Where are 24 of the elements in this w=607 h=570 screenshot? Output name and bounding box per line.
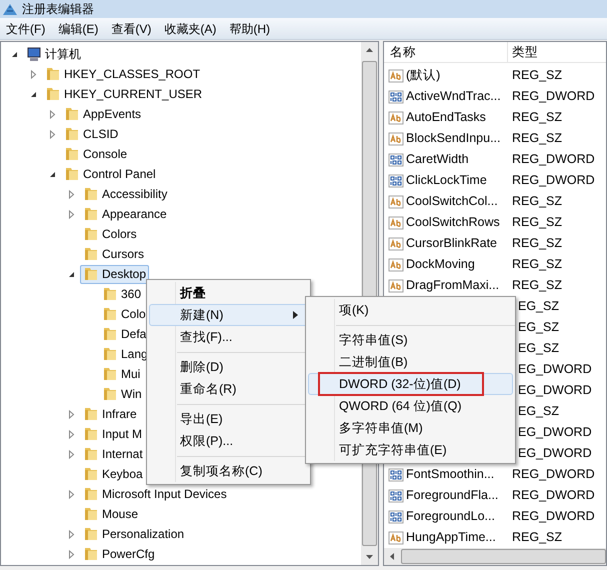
value-type: REG_SZ [511, 529, 562, 546]
value-type: REG_DWORD [511, 172, 595, 190]
value-type: REG_DWORD [511, 88, 595, 106]
value-type: EG_SZ [517, 403, 559, 420]
value-type: REG_SZ [511, 67, 562, 84]
value-type: EG_SZ [517, 340, 559, 358]
value-type: EG_SZ [517, 298, 559, 316]
value-type: EG_DWORD [517, 382, 592, 400]
value-type: EG_DWORD [517, 445, 592, 462]
value-type: REG_SZ [511, 256, 562, 274]
value-type: REG_SZ [511, 109, 562, 126]
value-type: REG_DWORD [511, 487, 595, 504]
value-type: REG_SZ [511, 277, 562, 294]
value-type: REG_SZ [511, 193, 562, 210]
value-type: REG_DWORD [511, 508, 595, 526]
value-type: REG_SZ [511, 130, 562, 148]
window-title: 注册表编辑器 [22, 1, 94, 18]
value-type: EG_DWORD [517, 424, 592, 442]
value-type: EG_DWORD [517, 361, 592, 378]
value-type: REG_SZ [511, 235, 562, 252]
value-type: REG_DWORD [511, 466, 595, 484]
value-type: REG_SZ [511, 214, 562, 232]
value-type: EG_SZ [517, 319, 559, 336]
value-type: REG_DWORD [511, 151, 595, 168]
